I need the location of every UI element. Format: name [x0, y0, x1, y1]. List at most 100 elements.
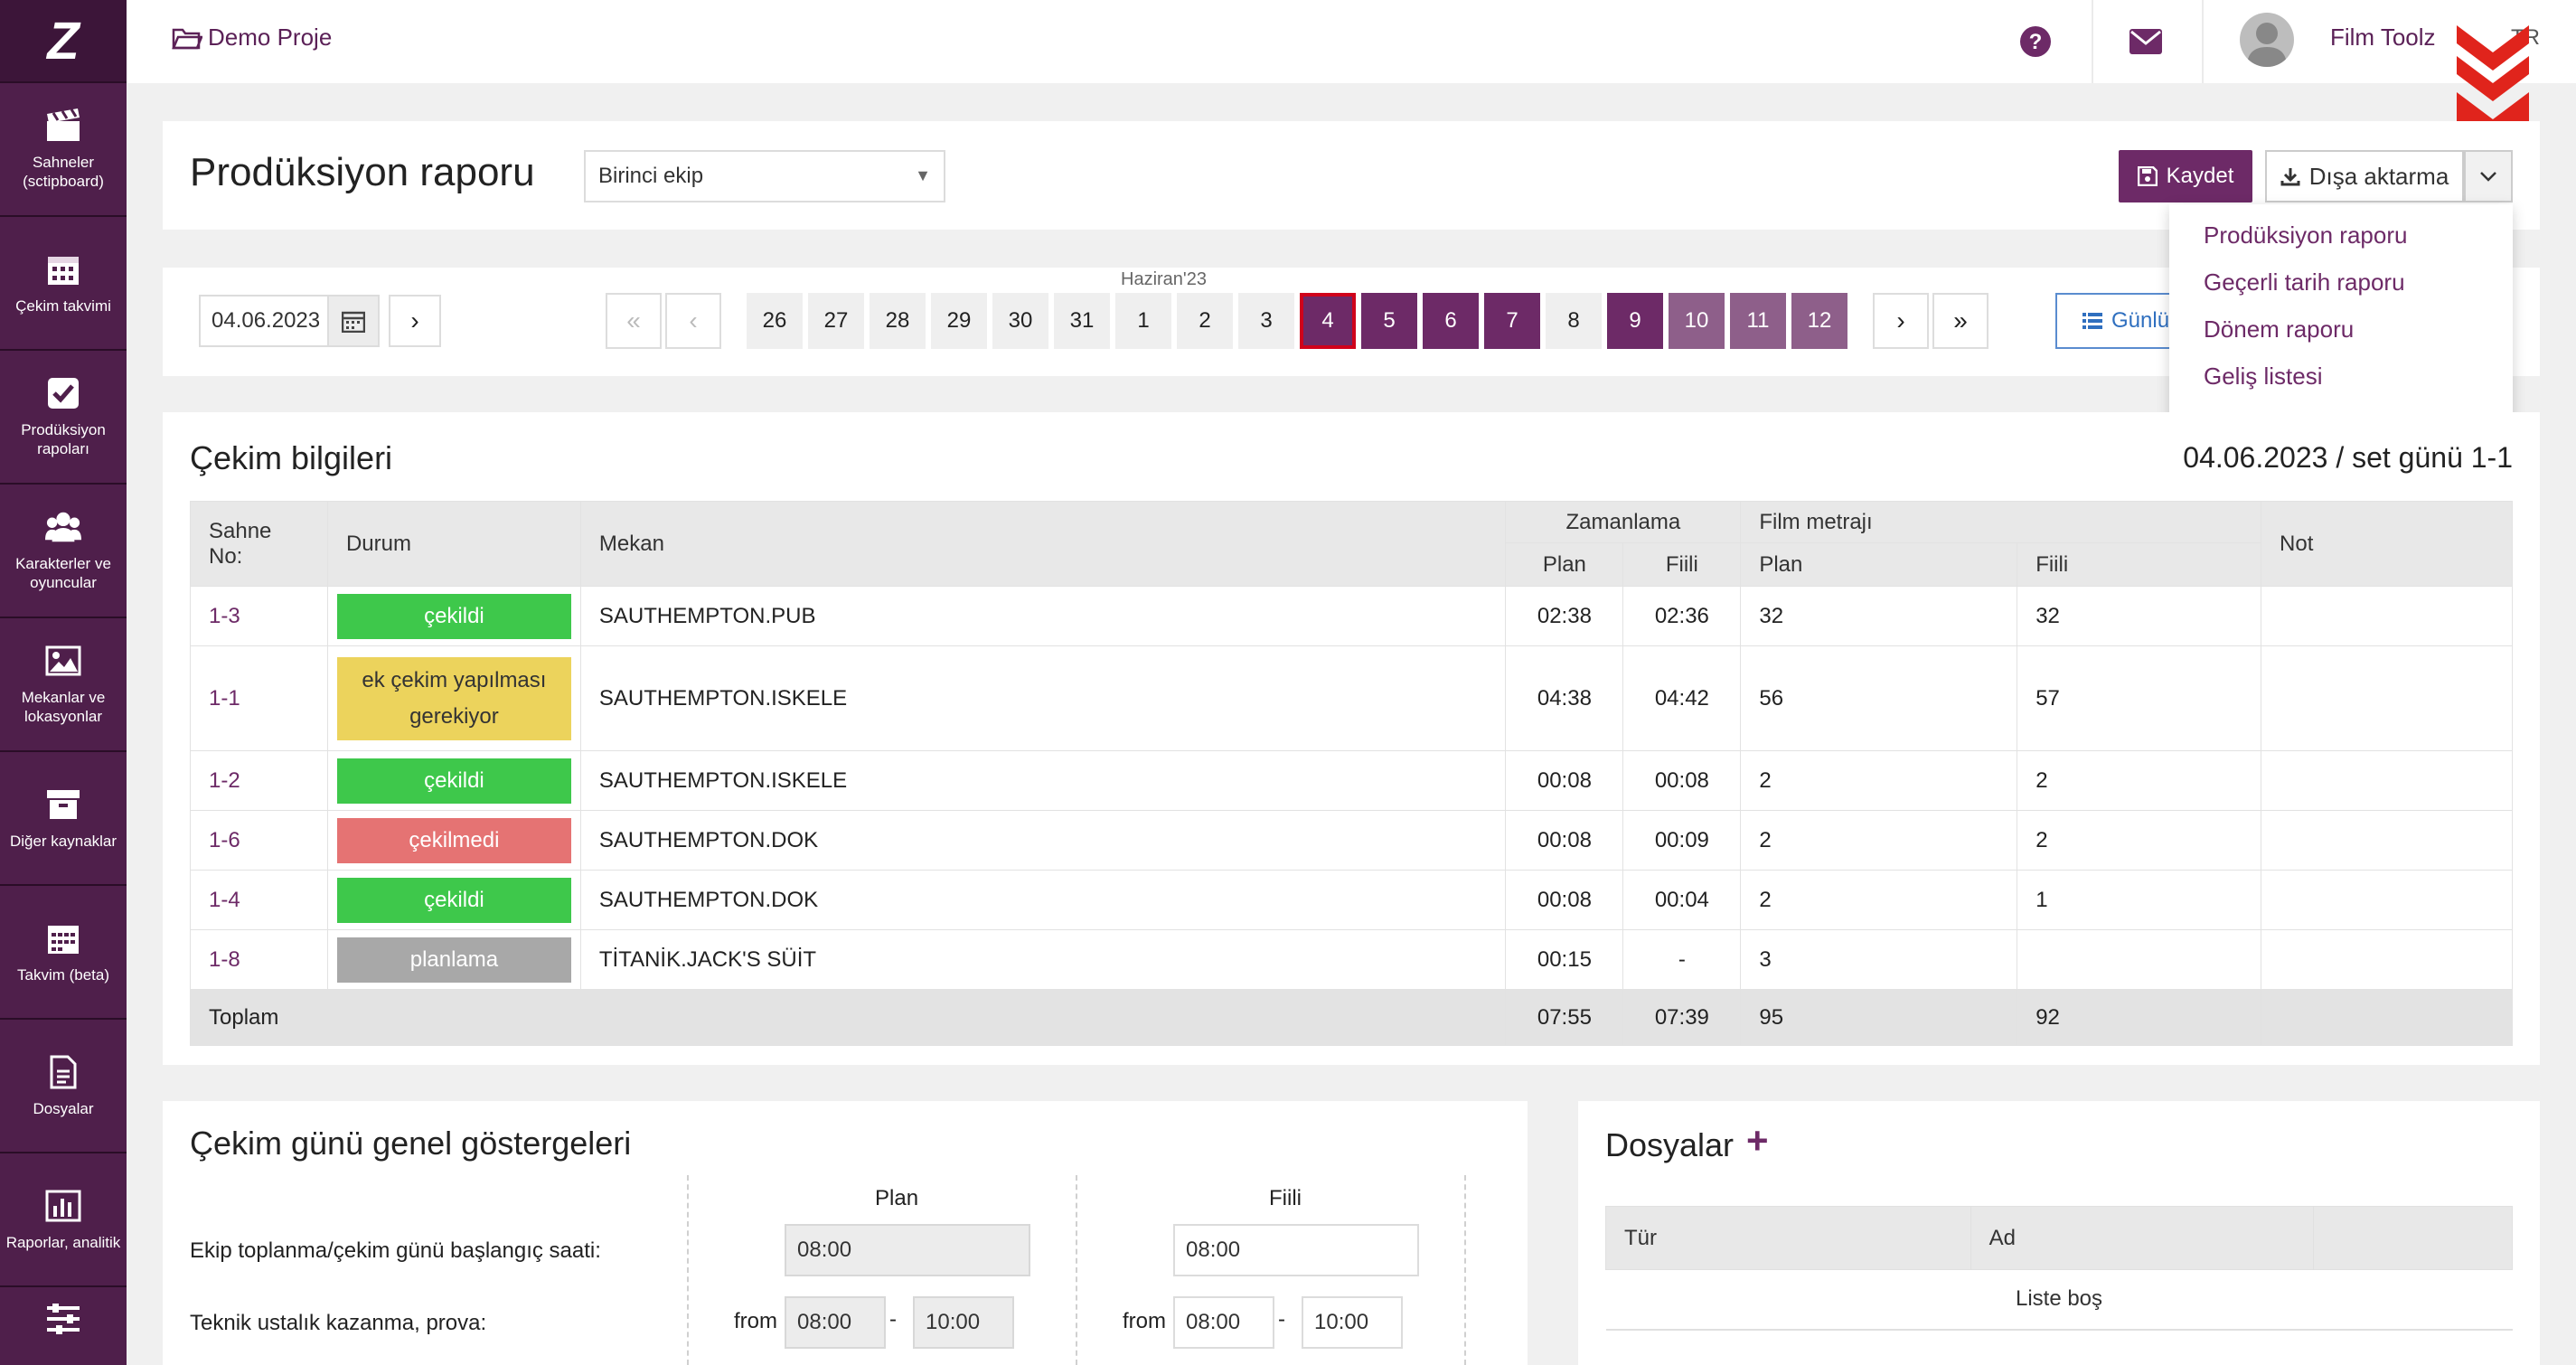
calendar-picker-button[interactable]	[327, 295, 380, 347]
menu-item-arrival-list[interactable]: Geliş listesi	[2169, 353, 2513, 400]
scene-number[interactable]: 1-2	[190, 750, 328, 811]
sidebar-item-characters[interactable]: Karakterler ve oyuncular	[0, 485, 127, 618]
day-button[interactable]: 11	[1730, 293, 1786, 349]
day-button[interactable]: 27	[808, 293, 864, 349]
day-button[interactable]: 10	[1669, 293, 1725, 349]
status-cell: çekildi	[326, 750, 581, 811]
add-file-button[interactable]: +	[1746, 1119, 1769, 1163]
sidebar-item-files[interactable]: Dosyalar	[0, 1020, 127, 1153]
user-name[interactable]: Film Toolz	[2330, 24, 2436, 52]
sidebar-item-analytics[interactable]: Raporlar, analitik	[0, 1153, 127, 1287]
scene-number[interactable]: 1-1	[190, 645, 328, 751]
topbar: Demo Proje	[127, 0, 2576, 83]
download-icon	[2280, 168, 2300, 186]
save-button[interactable]: Kaydet	[2119, 150, 2252, 202]
table-row[interactable]: 1-1 ek çekim yapılması gerekiyor SAUTHEMPT…	[190, 645, 2513, 751]
note-cell[interactable]	[2261, 810, 2513, 871]
sidebar-item-settings[interactable]	[0, 1287, 127, 1360]
sidebar-item-schedule[interactable]: Çekim takvimi	[0, 217, 127, 351]
folder-icon	[172, 28, 202, 49]
day-button[interactable]: 28	[870, 293, 926, 349]
export-dropdown-toggle[interactable]	[2464, 150, 2513, 202]
note-cell[interactable]	[2261, 586, 2513, 646]
note-cell[interactable]	[2261, 929, 2513, 990]
divider	[1464, 1175, 1466, 1365]
status-cell: çekilmedi	[326, 810, 581, 871]
day-button[interactable]: 29	[931, 293, 987, 349]
location-cell: SAUTHEMPTON.ISKELE	[579, 750, 1507, 811]
sidebar-item-locations[interactable]: Mekanlar ve lokasyonlar	[0, 618, 127, 752]
day-button[interactable]: 4	[1300, 293, 1356, 349]
film-plan-cell: 2	[1740, 870, 2018, 930]
day-button[interactable]: 12	[1791, 293, 1847, 349]
note-cell[interactable]	[2261, 870, 2513, 930]
sidebar-item-scenes[interactable]: Sahneler (sctipboard)	[0, 83, 127, 217]
scene-number[interactable]: 1-4	[190, 870, 328, 930]
day-button[interactable]: 31	[1054, 293, 1110, 349]
scene-number[interactable]: 1-8	[190, 929, 328, 990]
scene-number[interactable]: 1-3	[190, 586, 328, 646]
team-select[interactable]: Birinci ekip ▼	[584, 150, 945, 202]
note-cell[interactable]	[2261, 750, 2513, 811]
table-row[interactable]: 1-4 çekildi SAUTHEMPTON.DOK 00:08 00:04 2 1	[190, 870, 2513, 930]
rehearsal-actual-to-field[interactable]: 10:00	[1302, 1296, 1403, 1349]
day-button[interactable]: 8	[1546, 293, 1602, 349]
table-row[interactable]: 1-6 çekilmedi SAUTHEMPTON.DOK 00:08 00:09 2 2	[190, 810, 2513, 871]
scene-number[interactable]: 1-6	[190, 810, 328, 871]
clapperboard-icon	[45, 108, 81, 144]
sidebar-item-calendar[interactable]: Takvim (beta)	[0, 886, 127, 1020]
help-icon[interactable]: ?	[2019, 25, 2052, 62]
section-title: Çekim günü genel göstergeleri	[190, 1125, 632, 1162]
project-breadcrumb[interactable]: Demo Proje	[172, 24, 332, 52]
menu-item-period-report[interactable]: Dönem raporu	[2169, 306, 2513, 353]
day-button[interactable]: 7	[1484, 293, 1540, 349]
rehearsal-actual-from-field[interactable]: 08:00	[1173, 1296, 1274, 1349]
avatar[interactable]	[2240, 13, 2294, 67]
sidebar-item-reports[interactable]: Prodüksiyon rapoları	[0, 351, 127, 485]
page-title: Prodüksiyon raporu	[190, 150, 535, 194]
timing-plan-cell: 04:38	[1505, 645, 1624, 751]
film-plan-cell: 2	[1740, 810, 2018, 871]
col-file-extra	[2313, 1206, 2513, 1270]
day-button[interactable]: 2	[1177, 293, 1233, 349]
day-button[interactable]: 1	[1115, 293, 1171, 349]
sidebar-item-resources[interactable]: Diğer kaynaklar	[0, 752, 127, 886]
table-row[interactable]: 1-3 çekildi SAUTHEMPTON.PUB 02:38 02:36 32 32	[190, 586, 2513, 646]
day-button[interactable]: 26	[747, 293, 803, 349]
day-button[interactable]: 5	[1361, 293, 1417, 349]
export-button[interactable]: Dışa aktarma	[2265, 150, 2464, 202]
note-cell[interactable]	[2261, 645, 2513, 751]
total-note	[2261, 989, 2513, 1046]
status-badge: çekildi	[336, 593, 571, 639]
daily-view-button[interactable]: Günlü	[2055, 293, 2173, 349]
crew-call-actual-field[interactable]: 08:00	[1173, 1224, 1419, 1276]
film-plan-cell: 32	[1740, 586, 2018, 646]
day-button[interactable]: 3	[1238, 293, 1294, 349]
day-button[interactable]: 9	[1607, 293, 1663, 349]
col-film-plan: Plan	[1740, 542, 2018, 587]
status-badge: ek çekim yapılması gerekiyor	[336, 656, 571, 740]
day-button[interactable]: 30	[992, 293, 1048, 349]
rehearsal-plan-to-field: 10:00	[913, 1296, 1014, 1349]
total-timing-actual: 07:39	[1622, 989, 1742, 1046]
table-row[interactable]: 1-2 çekildi SAUTHEMPTON.ISKELE 00:08 00:08 2 2	[190, 750, 2513, 811]
table-row[interactable]: 1-8 planlama TİTANİK.JACK'S SÜİT 00:15-3	[190, 929, 2513, 990]
day-button[interactable]: 6	[1423, 293, 1479, 349]
sidebar-item-label: Prodüksiyon rapoları	[21, 421, 106, 457]
next-date-button[interactable]: ›	[389, 295, 441, 347]
first-page-button[interactable]: «	[606, 293, 662, 349]
status-cell: ek çekim yapılması gerekiyor	[326, 645, 581, 751]
col-scene: Sahne No:	[190, 501, 328, 587]
image-icon	[45, 643, 81, 679]
sidebar-item-label: Dosyalar	[33, 1099, 94, 1117]
app-logo[interactable]: Z	[0, 0, 127, 83]
menu-item-current-date-report[interactable]: Geçerli tarih raporu	[2169, 259, 2513, 306]
last-page-button[interactable]: »	[1932, 293, 1988, 349]
prev-page-button[interactable]: ‹	[665, 293, 721, 349]
film-actual-cell: 57	[2017, 645, 2262, 751]
menu-item-production-report[interactable]: Prodüksiyon raporu	[2169, 212, 2513, 259]
rehearsal-label: Teknik ustalık kazanma, prova:	[190, 1311, 487, 1335]
next-page-button[interactable]: ›	[1873, 293, 1929, 349]
export-menu: Prodüksiyon raporu Geçerli tarih raporu …	[2169, 204, 2513, 441]
mail-icon[interactable]	[2129, 29, 2162, 59]
